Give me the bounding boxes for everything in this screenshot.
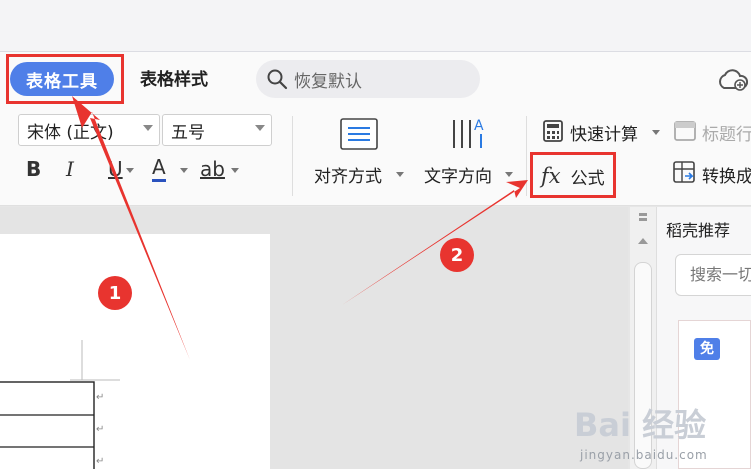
watermark-url: jingyan.baidu.com: [580, 448, 708, 462]
step-marker-1: 1: [98, 276, 132, 310]
step-marker-2: 2: [440, 238, 474, 272]
watermark-logo: Bai 经验: [574, 406, 707, 444]
annotation-arrows: [72, 96, 528, 360]
